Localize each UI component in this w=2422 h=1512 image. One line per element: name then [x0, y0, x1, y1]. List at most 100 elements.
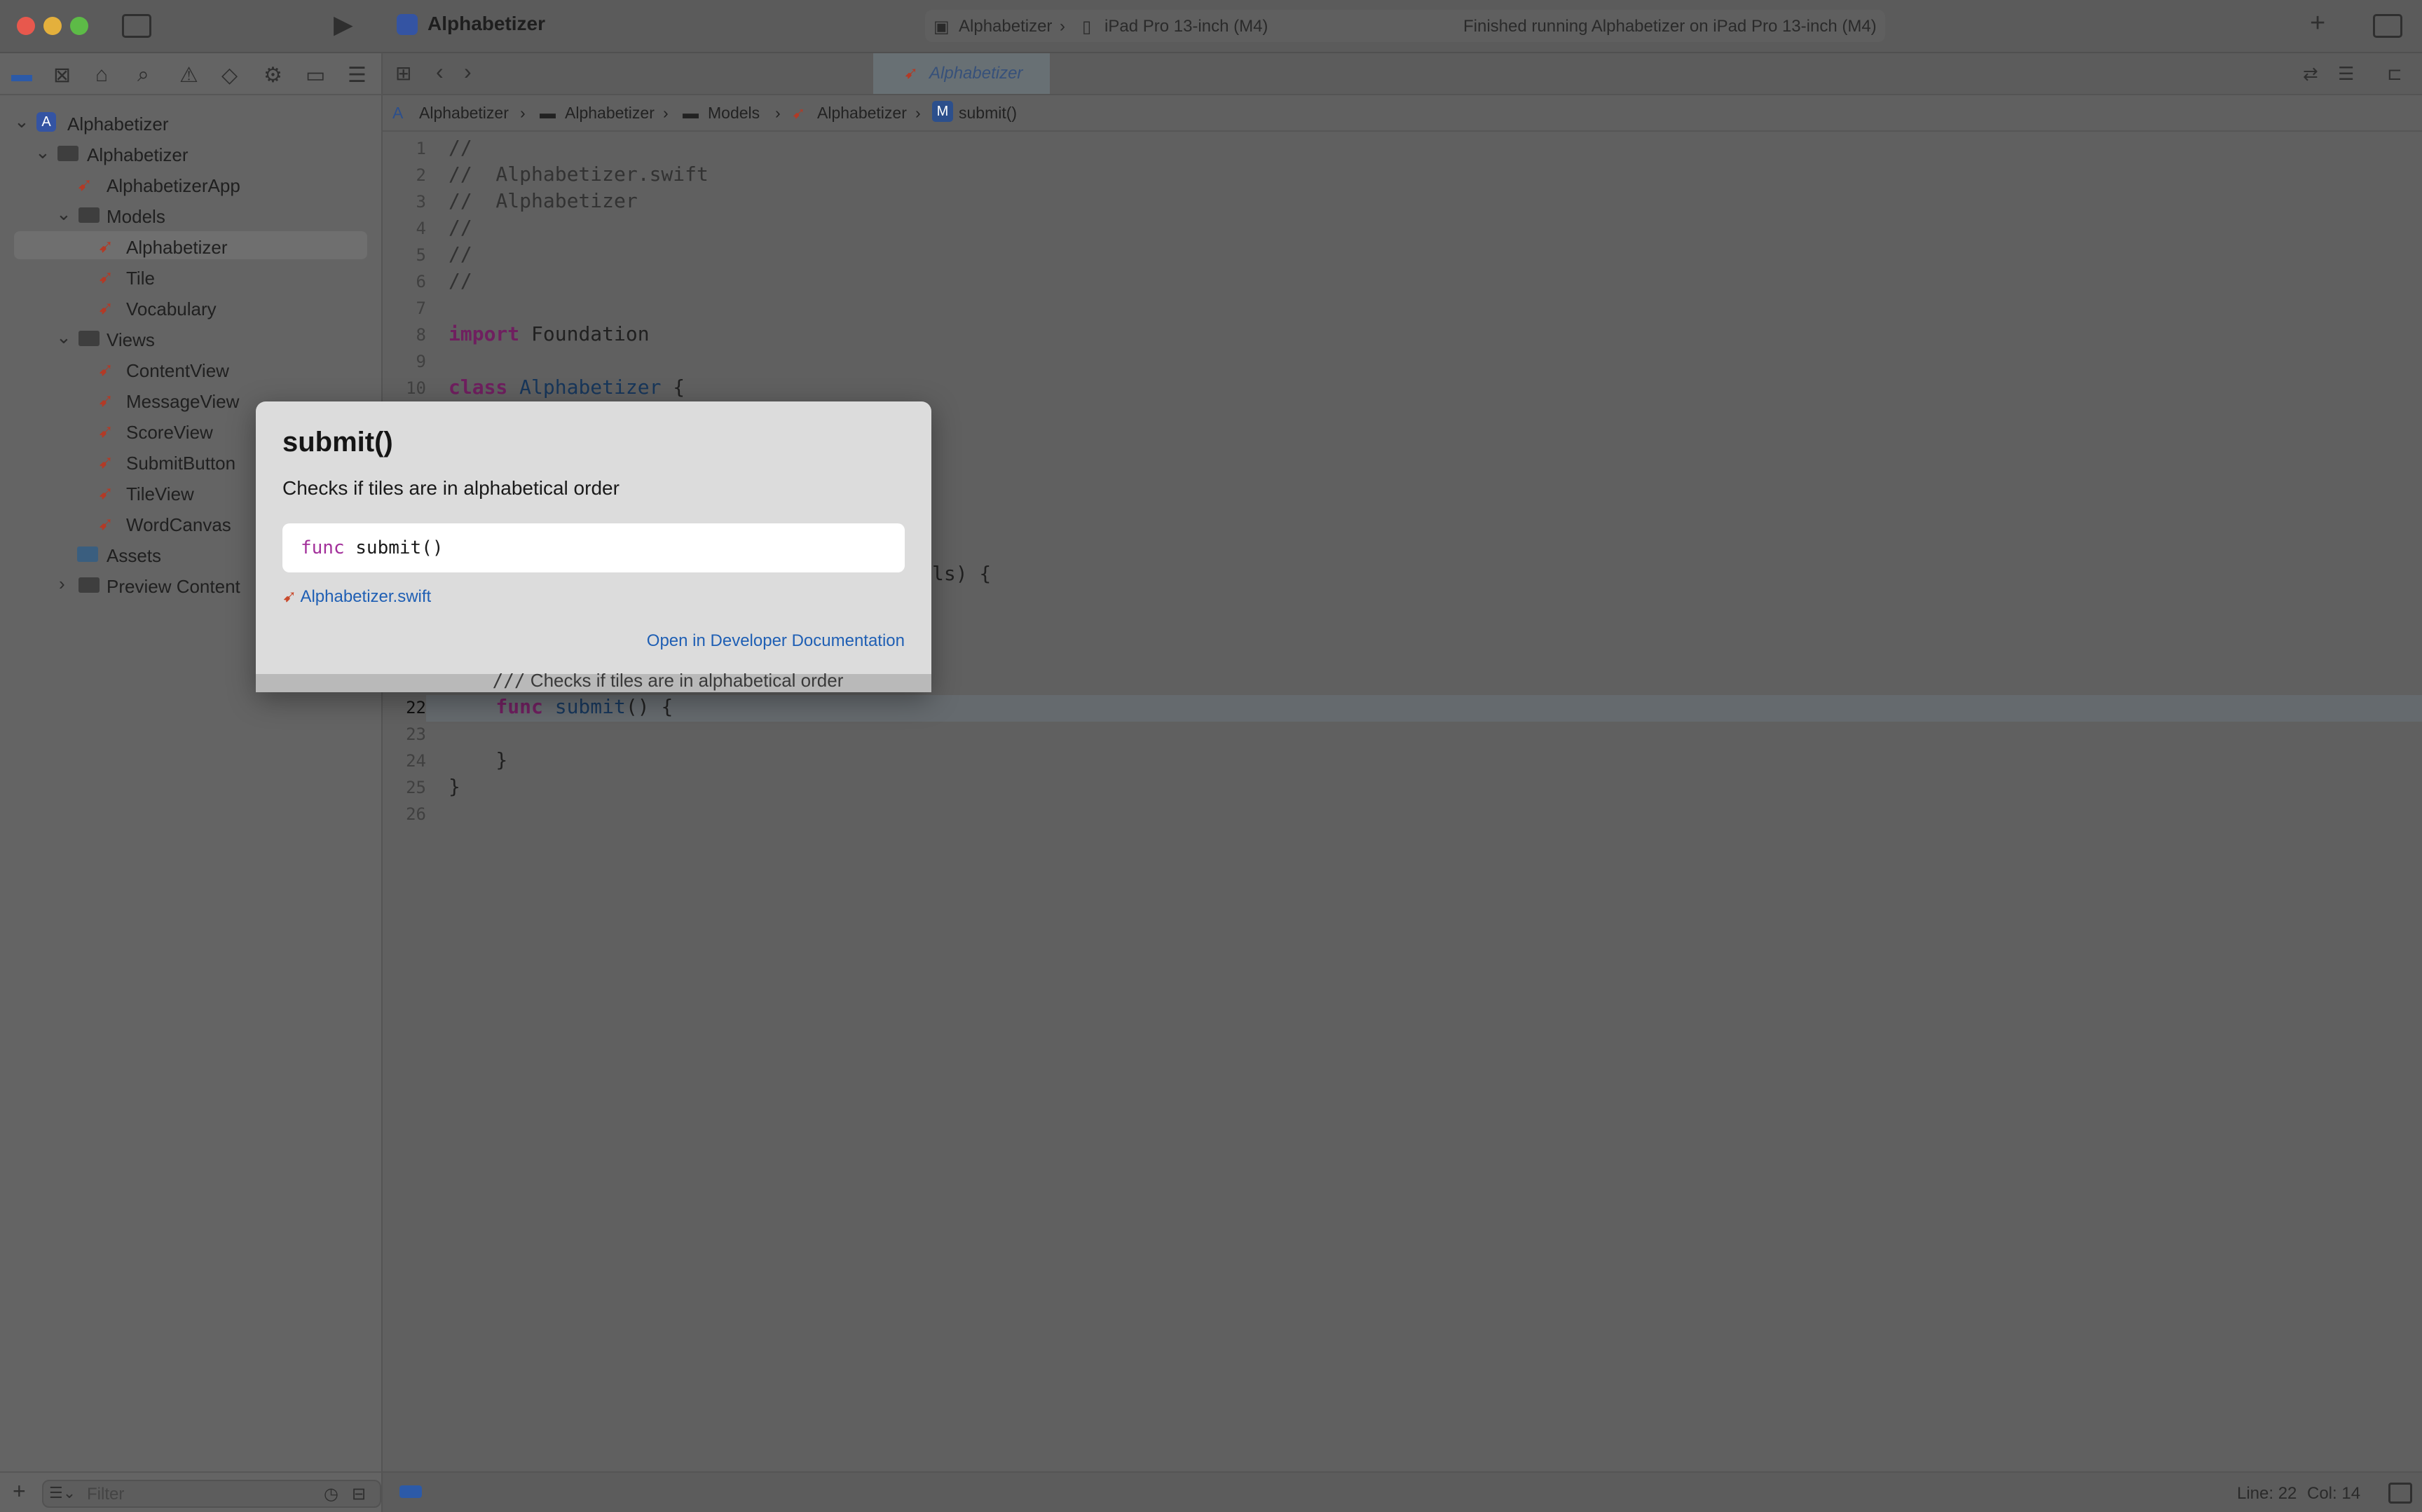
code-class-line[interactable]: class Alphabetizer { [449, 376, 685, 399]
keyword-import: import [449, 322, 520, 345]
run-play-icon[interactable]: ▶ [334, 10, 353, 39]
line-number: 24 [406, 751, 426, 771]
code-partial-line[interactable]: ls) { [932, 562, 991, 585]
code-func-line[interactable]: func submit() { [449, 695, 673, 718]
tree-item-model-file-selected[interactable]: ➹ Alphabetizer [14, 231, 367, 259]
code-brace-line[interactable]: } [449, 775, 460, 798]
filter-input[interactable]: ☰⌄ Filter ◷ ⊟ [42, 1480, 381, 1508]
chevron-down-icon[interactable]: ⌄ [35, 142, 50, 163]
file-link-label: Alphabetizer.swift [300, 587, 432, 606]
tab-alphabetizer[interactable]: ➹ Alphabetizer [873, 53, 1050, 94]
tree-item-label: Alphabetizer [126, 237, 228, 258]
declaration-signature: submit() [344, 537, 444, 558]
keyword-class: class [449, 376, 508, 399]
tree-item-label: Views [107, 329, 155, 350]
debug-area-toggle-icon[interactable] [2388, 1483, 2412, 1504]
declared-in-file-link[interactable]: ➹ Alphabetizer.swift [282, 586, 431, 607]
zoom-window-button[interactable] [70, 17, 88, 35]
folder-icon[interactable]: ▬ [11, 63, 32, 87]
scheme-name[interactable]: Alphabetizer [959, 17, 1052, 36]
line-number: 8 [416, 325, 426, 345]
breadcrumb-symbol[interactable]: submit() [959, 104, 1017, 123]
tree-item-label: Assets [107, 545, 162, 566]
chevron-down-icon[interactable]: ⌄ [56, 327, 71, 348]
code-brace-line[interactable]: } [449, 748, 507, 771]
project-crumb-icon: A [392, 104, 404, 122]
code-comment[interactable]: // [449, 269, 472, 292]
tree-item-model-file[interactable]: ➹ Tile [98, 262, 364, 290]
line-number-current: 22 [406, 698, 426, 717]
code-comment[interactable]: // Alphabetizer.swift [449, 163, 709, 186]
folder-icon: ▬ [683, 104, 699, 122]
code-comment[interactable]: // Alphabetizer [449, 189, 638, 212]
breakpoint-toggle-icon[interactable] [399, 1485, 422, 1498]
quick-help-popover: submit() Checks if tiles are in alphabet… [256, 401, 931, 692]
editor-options-icon[interactable]: ☰ [2338, 63, 2354, 85]
line-number: 6 [416, 272, 426, 291]
recent-clock-icon[interactable]: ◷ [324, 1484, 338, 1504]
tree-item-label: WordCanvas [126, 514, 231, 535]
breadcrumb-project[interactable]: Alphabetizer [419, 104, 509, 123]
chevron-right-icon[interactable]: › [59, 573, 65, 595]
add-plus-icon[interactable]: + [2310, 8, 2325, 39]
scheme-status-bar[interactable]: ▣ Alphabetizer › ▯ iPad Pro 13-inch (M4)… [925, 10, 1885, 42]
jump-bar: A Alphabetizer › ▬ Alphabetizer › ▬ Mode… [383, 95, 2422, 132]
tree-item-models-group[interactable]: ⌄ Models [56, 200, 364, 228]
declaration-box: func submit() [282, 523, 905, 572]
breadcrumb-group[interactable]: Alphabetizer [565, 104, 655, 123]
code-comment[interactable]: // [449, 216, 472, 239]
tree-item-app-file[interactable]: ➹ AlphabetizerApp [77, 170, 371, 198]
filter-options-icon[interactable]: ☰⌄ [49, 1484, 76, 1502]
folder-icon [57, 146, 78, 161]
line-number: 7 [416, 298, 426, 318]
chevron-down-icon[interactable]: ⌄ [14, 111, 29, 132]
split-editor-icon[interactable]: ⊏ [2387, 63, 2402, 85]
swift-file-icon: ➹ [98, 297, 114, 318]
test-diamond-icon[interactable]: ◇ [221, 63, 238, 88]
chevron-right-icon: › [1060, 17, 1065, 36]
bookmark-icon[interactable]: ⌂ [95, 63, 108, 87]
tree-item-group[interactable]: ⌄ Alphabetizer [35, 139, 371, 167]
cursor-column: Col: 14 [2307, 1484, 2361, 1503]
minimize-window-button[interactable] [43, 17, 62, 35]
tree-item-project[interactable]: ⌄ A Alphabetizer [14, 108, 364, 136]
run-destination[interactable]: iPad Pro 13-inch (M4) [1104, 17, 1268, 36]
tree-item-views-group[interactable]: ⌄ Views [56, 324, 364, 352]
editor-tab-bar: ⊞ ‹ › ➹ Alphabetizer ⇄ ☰ ⊏ [383, 53, 2422, 95]
folder-icon [78, 207, 100, 223]
debug-icon[interactable]: ⚙ [264, 63, 282, 88]
swift-file-icon: ➹ [98, 390, 114, 411]
report-icon[interactable]: ☰ [348, 63, 367, 88]
inspector-toggle-icon[interactable] [2373, 14, 2402, 38]
tree-item-view-file[interactable]: ➹ ContentView [98, 355, 364, 383]
add-plus-icon[interactable]: + [13, 1478, 26, 1504]
tree-item-label: Preview Content [107, 576, 240, 597]
refresh-icon[interactable]: ⇄ [2303, 63, 2318, 85]
breakpoint-icon[interactable]: ▭ [306, 63, 325, 88]
line-number: 1 [416, 139, 426, 158]
source-editor[interactable] [383, 132, 2422, 1470]
line-number: 9 [416, 352, 426, 371]
forward-chevron-icon[interactable]: › [464, 59, 472, 85]
folder-icon [78, 331, 100, 346]
back-chevron-icon[interactable]: ‹ [436, 59, 444, 85]
code-comment[interactable]: // [449, 242, 472, 266]
chevron-down-icon[interactable]: ⌄ [56, 203, 71, 225]
code-import-line[interactable]: import Foundation [449, 322, 650, 345]
close-window-button[interactable] [17, 17, 35, 35]
source-control-icon[interactable]: ⊠ [53, 63, 71, 88]
grid-related-items-icon[interactable]: ⊞ [395, 62, 411, 85]
line-number: 26 [406, 804, 426, 824]
breadcrumb-models[interactable]: Models [708, 104, 760, 123]
cursor-line: Line: 22 [2237, 1484, 2297, 1503]
sidebar-toggle-icon[interactable] [122, 14, 151, 38]
breadcrumb-file[interactable]: Alphabetizer [817, 104, 907, 123]
doc-comment-line[interactable]: /// Checks if tiles are in alphabetical … [449, 670, 844, 692]
scm-filter-icon[interactable]: ⊟ [352, 1484, 366, 1504]
tree-item-model-file[interactable]: ➹ Vocabulary [98, 293, 364, 321]
search-icon[interactable]: ⌕ [137, 63, 149, 87]
open-documentation-link[interactable]: Open in Developer Documentation [647, 631, 905, 651]
issue-warning-icon[interactable]: ⚠ [179, 63, 198, 88]
code-comment[interactable]: // [449, 136, 472, 159]
app-project-icon [397, 14, 418, 35]
